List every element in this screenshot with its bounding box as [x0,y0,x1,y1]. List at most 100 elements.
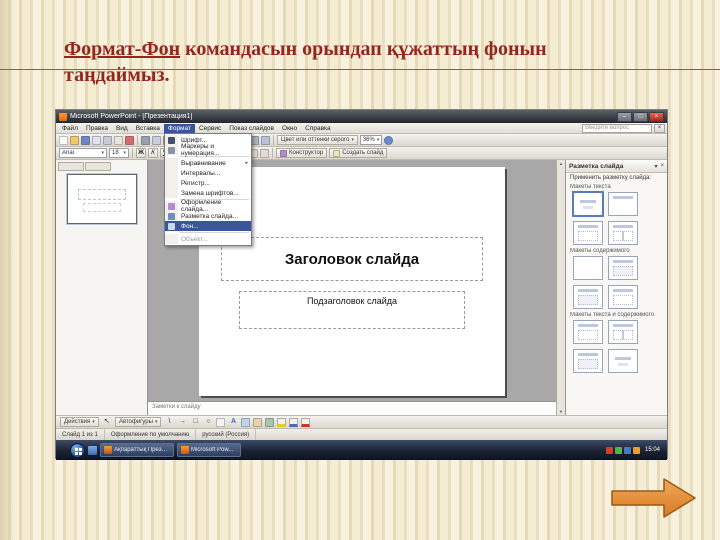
arrow-icon[interactable]: → [177,417,187,427]
zoom-combo[interactable]: 36% ▾ [359,135,383,145]
select-pointer-icon[interactable]: ↖ [102,417,112,427]
font-name-combo[interactable]: Arial ▾ [59,148,107,158]
help-icon[interactable] [384,135,394,145]
subtitle-placeholder[interactable]: Подзаголовок слайда [239,291,465,329]
slide-layout-icon [165,211,178,221]
menu-view[interactable]: Вид [112,124,132,133]
outline-tab[interactable] [58,162,84,171]
menu-edit[interactable]: Правка [82,124,112,133]
fill-color-icon[interactable] [277,417,287,427]
menu-slideshow[interactable]: Показ слайдов [225,124,278,133]
scroll-down-icon[interactable]: ▼ [559,409,563,414]
maximize-button[interactable]: □ [633,111,648,122]
vertical-scrollbar[interactable]: ▲ ▼ [556,160,565,415]
close-button[interactable]: × [649,111,664,122]
start-button[interactable] [70,442,85,458]
font-color-icon[interactable] [301,417,311,427]
new-slide-button[interactable]: Создать слайд [329,148,388,158]
layout-grid [570,320,663,373]
menu-item-background[interactable]: Фон... [165,221,251,231]
slide-thumbnail[interactable] [66,174,137,224]
save-icon[interactable] [81,135,90,145]
document-close-icon[interactable]: × [654,123,665,133]
print-icon[interactable] [103,135,112,145]
layout-two-content[interactable] [573,285,603,309]
layout-blank[interactable] [573,256,603,280]
menu-item-bullets[interactable]: Маркеры и нумерация... [165,143,251,157]
picture-icon[interactable] [265,417,275,427]
font-name-value: Arial [62,150,75,156]
font-size-value: 18 [112,150,119,156]
cut-icon[interactable] [141,135,150,145]
scroll-up-icon[interactable]: ▲ [559,161,563,166]
print-preview-icon[interactable] [114,135,123,145]
network-tray-icon[interactable] [623,446,631,454]
open-icon[interactable] [70,135,79,145]
ask-question-input[interactable] [582,123,652,133]
menu-item-replace-fonts[interactable]: Замена шрифтов... [165,188,251,198]
layout-text-two-content[interactable] [608,320,638,344]
title-placeholder[interactable]: Заголовок слайда [221,237,483,281]
menu-file[interactable]: Файл [58,124,82,133]
menu-item-object[interactable]: Объект... [165,234,251,244]
menu-item-line-spacing[interactable]: Интервалы... [165,168,251,178]
new-icon[interactable] [59,135,68,145]
line-icon[interactable]: \ [164,417,174,427]
antivirus-tray-icon[interactable] [605,446,613,454]
notes-pane[interactable]: Заметки к слайду [148,401,556,415]
email-icon[interactable] [92,135,101,145]
chevron-down-icon[interactable]: ▾ [654,163,657,170]
layout-two-column-text[interactable] [608,221,638,245]
toolbar-separator [273,135,274,145]
layout-title-slide[interactable] [572,191,604,217]
grid-icon[interactable] [261,135,270,145]
layout-title-text[interactable] [573,221,603,245]
quick-launch-icon[interactable] [88,445,97,455]
change-case-icon [165,178,178,188]
menu-item-alignment[interactable]: Выравнивание ▸ [165,158,251,168]
text-box-icon[interactable] [216,417,226,427]
layout-text-content[interactable] [573,320,603,344]
menu-item-change-case[interactable]: Регистр... [165,178,251,188]
slide-design-button[interactable]: Конструктор [276,148,328,158]
spelling-icon[interactable] [125,135,134,145]
menu-insert[interactable]: Вставка [132,124,164,133]
menu-item-slide-design[interactable]: Оформление слайда... [165,199,251,213]
copy-icon[interactable] [152,135,161,145]
format-background-link[interactable]: Формат-Фон [64,38,180,60]
update-tray-icon[interactable] [614,446,622,454]
menu-format[interactable]: Формат [163,123,195,133]
minimize-button[interactable]: – [617,111,632,122]
color-grayscale-button[interactable]: Цвет или оттенки серого ▾ [277,135,358,145]
line-color-icon[interactable] [289,417,299,427]
italic-icon[interactable]: К [148,148,158,158]
menu-tools[interactable]: Сервис [195,124,225,133]
volume-tray-icon[interactable] [632,446,640,454]
bold-icon[interactable]: Ж [136,148,146,158]
draw-actions-button[interactable]: Действия ▾ [60,417,99,427]
oval-icon[interactable]: ○ [203,417,213,427]
diagram-icon[interactable] [241,417,251,427]
layout-title-content[interactable] [608,285,638,309]
slides-tab[interactable] [85,162,111,171]
layout-content[interactable] [608,256,638,280]
apply-layout-label: Применить разметку слайда: [570,175,652,181]
next-arrow[interactable] [610,476,698,520]
layout-text-over-content[interactable] [608,349,638,373]
content-layouts-label: Макеты содержимого [570,248,630,254]
rectangle-icon[interactable]: □ [190,417,200,427]
task-pane-close-icon[interactable]: × [660,163,664,169]
clipart-icon[interactable] [253,417,263,427]
layout-content-text[interactable] [573,349,603,373]
menu-window[interactable]: Окно [278,124,301,133]
layout-title-only[interactable] [608,192,638,216]
slide-design-label: Конструктор [289,150,324,156]
layout-grid [570,256,663,309]
menu-help[interactable]: Справка [301,124,335,133]
wordart-icon[interactable]: А [228,417,238,427]
decrease-font-icon[interactable] [260,148,269,158]
taskbar-button-powerpoint[interactable]: Microsoft Pow... [177,443,241,457]
autoshapes-button[interactable]: Автофигуры ▾ [114,417,162,427]
font-size-combo[interactable]: 18 ▾ [109,148,129,158]
taskbar-button-presentation[interactable]: Ақпараттық Презент... [100,443,174,457]
